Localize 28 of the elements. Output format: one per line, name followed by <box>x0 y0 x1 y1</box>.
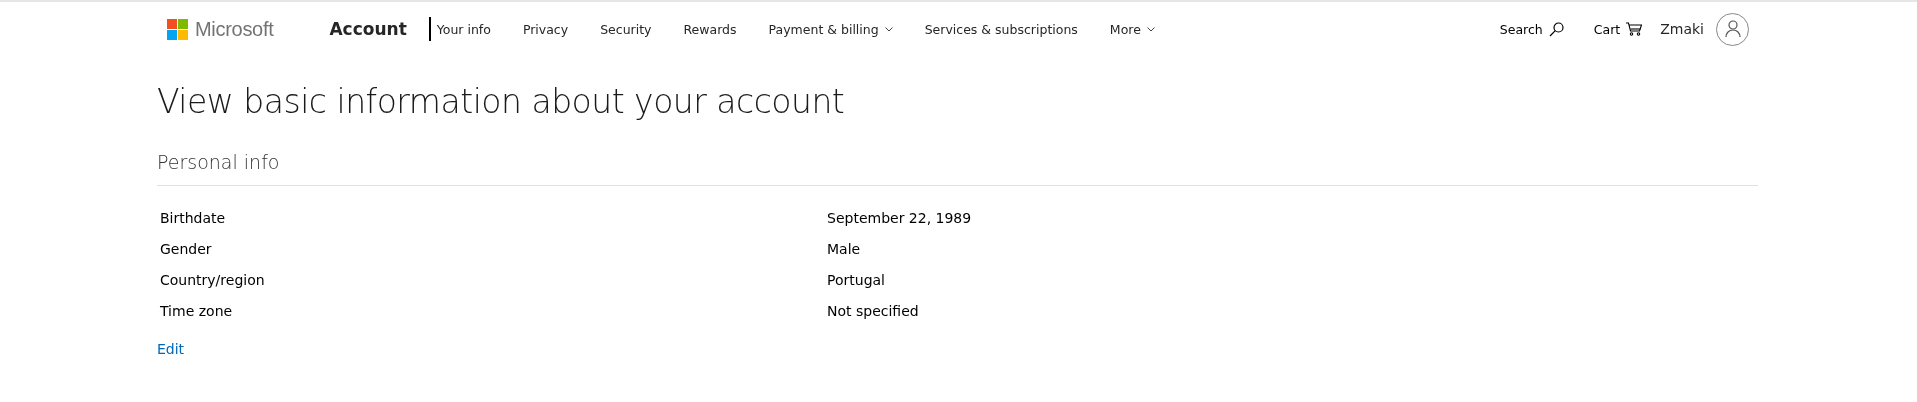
search-icon <box>1548 21 1564 37</box>
field-value: Portugal <box>827 272 886 288</box>
search-button[interactable]: Search <box>1499 21 1564 37</box>
brand-name[interactable]: Microsoft <box>195 17 274 41</box>
field-value: September 22, 1989 <box>827 210 973 226</box>
field-value: Male <box>827 241 862 257</box>
nav-tab[interactable]: Security <box>592 17 666 41</box>
field-label: Gender <box>160 241 213 257</box>
page-title: View basic information about your account <box>157 82 846 121</box>
section-title[interactable]: Account <box>329 19 407 39</box>
user-name[interactable]: Zmaki <box>1660 21 1704 37</box>
nav-tab[interactable]: Services & subscriptions <box>916 17 1092 41</box>
microsoft-logo-icon <box>167 18 188 40</box>
nav-tab[interactable]: Privacy <box>514 17 583 41</box>
cart-button[interactable]: Cart <box>1593 21 1643 37</box>
nav-tab[interactable]: Payment & billing <box>760 17 907 41</box>
cart-icon <box>1626 22 1643 36</box>
field-label: Country/region <box>160 272 266 288</box>
section-heading: Personal info <box>157 151 1758 186</box>
nav-tab[interactable]: Your info <box>428 17 505 41</box>
field-label: Time zone <box>160 303 234 319</box>
edit-link[interactable]: Edit <box>157 341 185 357</box>
nav-tab[interactable]: More <box>1101 17 1169 41</box>
field-label: Birthdate <box>160 210 227 226</box>
chevron-down-icon <box>1146 26 1155 32</box>
chevron-down-icon <box>884 26 893 32</box>
nav-tab[interactable]: Rewards <box>675 17 751 41</box>
field-value: Not specified <box>827 303 920 319</box>
